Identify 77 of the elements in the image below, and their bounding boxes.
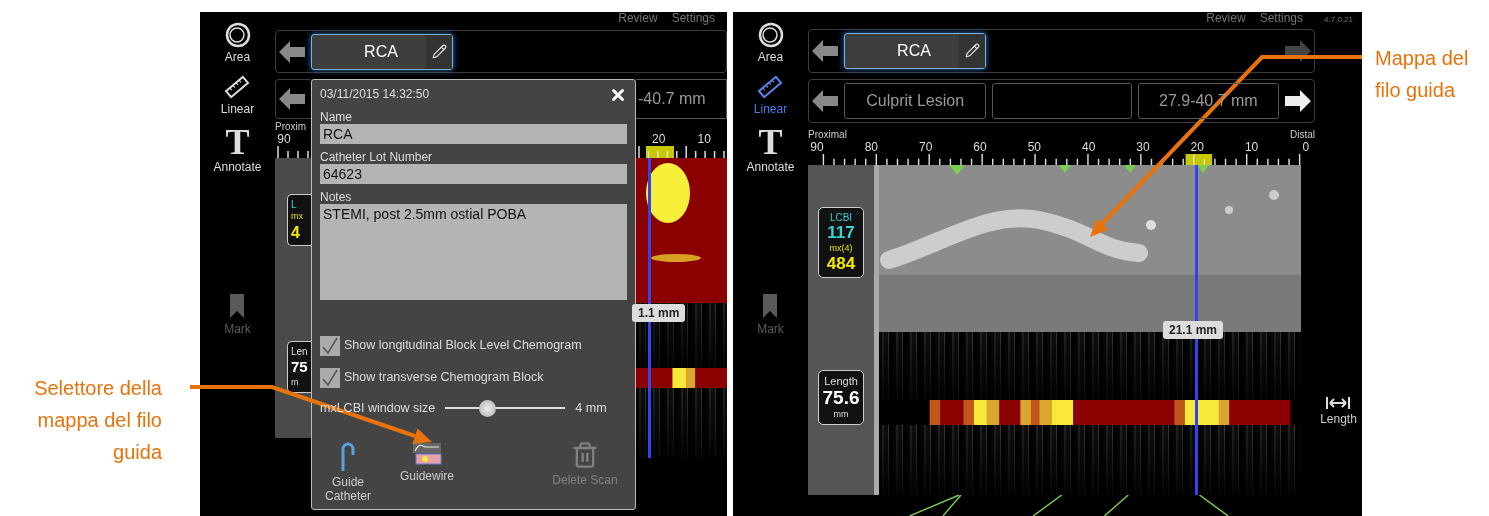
scale-number: 10 [1243,139,1260,154]
scale-label: Proximal [808,128,847,140]
left-arrow-icon[interactable] [279,40,305,63]
ruler-icon [757,74,784,100]
ruler-ticks-drawing [275,146,311,158]
callout-caption: Mappa del filo guida [1375,46,1470,103]
tool-button[interactable]: Area [757,20,784,66]
text-tool-icon: T [758,126,783,158]
scale-number: 90 [276,132,292,146]
left-arrow-icon[interactable] [812,40,838,62]
hook-icon [339,441,357,471]
right-arrow-icon[interactable] [1285,89,1311,112]
double-arrow-icon [1326,396,1351,410]
scale-number: 90 [809,139,825,154]
circle-icon [224,22,251,48]
scale-number: 10 [696,132,712,146]
tool-button[interactable]: Linear [220,72,255,118]
dialog-action-button[interactable]: Guidewire [392,441,462,483]
scale-number: 80 [863,139,879,154]
vessel-name-button[interactable]: RCA [844,33,986,69]
slider-value: 4 mm [575,401,607,416]
tool-button[interactable]: T Annotate [213,124,262,176]
scale-label: Distal [1290,128,1315,140]
length-box: Len 75 m [287,341,311,393]
slider-thumb[interactable] [479,400,497,417]
checkbox[interactable] [320,368,340,388]
field-label: Name [320,110,353,124]
scale-number: 30 [1135,139,1151,154]
option-label: Show longitudinal Block Level Chemogram [344,339,582,353]
tool-button[interactable]: T Annotate [746,124,795,176]
input-field[interactable]: 64623 [320,164,627,185]
scale-number: 20 [1189,139,1205,154]
menu-item[interactable]: Review [1206,12,1246,30]
pencil-icon [964,43,980,59]
tool-button[interactable]: Linear [753,72,788,118]
field-label: Catheter Lot Number [320,150,434,165]
scale-number: 50 [1026,139,1042,154]
notes-field[interactable]: STEMI, post 2.5mm ostial POBA [320,204,627,300]
left-arrow-icon[interactable] [279,88,305,110]
left-arrow-icon[interactable] [812,89,838,112]
segment-range-field[interactable]: -40.7 mm [636,79,727,119]
vessel-name-button[interactable]: RCA [311,33,453,70]
pencil-icon [431,44,447,59]
right-arrow-icon[interactable] [1285,40,1311,62]
input-field[interactable]: RCA [320,124,627,145]
field-label: Notes [320,190,353,205]
position-label: 21.1 mm [1163,321,1224,340]
position-cursor[interactable] [1195,165,1198,496]
menu-item[interactable]: Review [618,12,658,30]
position-label: 1.1 mm [632,304,686,322]
segment-field[interactable] [992,82,1132,119]
option-label: Show transverse Chemogram Block [344,371,544,385]
tool-button[interactable]: Area [224,20,251,66]
scale-number: 40 [1080,139,1097,154]
scale-number: 0 [1301,139,1311,154]
trash-icon [571,441,599,469]
segment-name-field[interactable]: Culprit Lesion [844,82,987,119]
ruler-icon [224,74,251,100]
checkbox[interactable] [320,336,340,356]
scale-label: Proxim [275,121,308,132]
scale-number: 60 [972,139,988,154]
lcbi-box: L mx 4 [287,194,311,247]
scale-number: 70 [917,139,934,154]
menu-item[interactable]: Settings [1259,12,1303,30]
scan-timestamp: 03/11/2015 14:32:50 [320,88,430,102]
lcbi-box: LCBI 117 mx(4) 484 [818,207,864,279]
guidewire-map-icon [412,441,442,465]
menu-item[interactable]: Settings [671,12,715,30]
dialog-action-button[interactable]: Guide Catheter [320,441,376,503]
tool-button[interactable]: Length [1320,394,1357,428]
scale-number: 20 [651,132,667,146]
callout-caption: Selettore della mappa del filo guida [33,376,162,465]
length-box: Length 75.6 mm [818,370,864,426]
version-label: 4.7.0.21 [1324,15,1353,24]
close-icon[interactable] [609,86,627,104]
text-tool-icon: T [225,126,250,158]
circle-icon [757,22,784,48]
